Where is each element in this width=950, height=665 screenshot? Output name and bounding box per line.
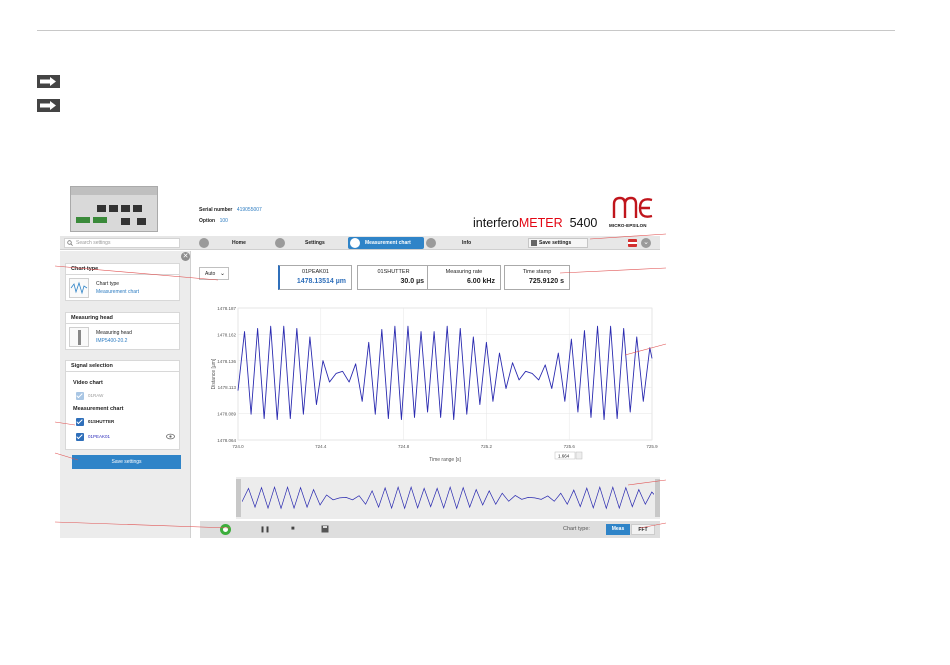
- peak-signal-label: 01PEAK01: [88, 434, 111, 439]
- home-icon[interactable]: [199, 238, 209, 248]
- x-tick-label: 725.6: [564, 444, 576, 449]
- overview-waveform: [242, 485, 654, 510]
- measuring-head-value: IMP5400-20.2: [96, 338, 128, 344]
- top-rule: [37, 30, 895, 31]
- option-label: Option: [199, 218, 216, 224]
- nav-settings[interactable]: Settings: [305, 240, 325, 246]
- tile-label: Time stamp: [522, 269, 552, 275]
- measuring-head-label: Measuring head: [96, 330, 132, 336]
- search-placeholder: Search settings: [76, 240, 111, 246]
- gear-icon[interactable]: [275, 238, 285, 248]
- x-tick-label: 725.9: [646, 444, 658, 449]
- chart-type-label: Chart type: [96, 281, 120, 287]
- nav-home[interactable]: Home: [232, 240, 246, 246]
- play-icon[interactable]: [220, 524, 231, 535]
- stop-icon[interactable]: ■: [291, 526, 295, 532]
- y-tick-label: 1478.136: [217, 359, 236, 364]
- sensor-probe-icon: [69, 327, 89, 347]
- fft-toggle[interactable]: FFT: [631, 524, 655, 535]
- peak-signal-checkbox[interactable]: [76, 433, 84, 441]
- logo-text: MICRO-EPSILON: [609, 223, 647, 228]
- x-tick-label: 724.0: [232, 444, 244, 449]
- tile-measuring-rate[interactable]: Measuring rate 6.00 kHz: [427, 265, 501, 290]
- tile-label: 01PEAK01: [302, 269, 329, 275]
- y-tick-label: 1478.162: [217, 332, 236, 337]
- overview-series-line: [242, 485, 654, 510]
- y-tick-label: 1478.187: [217, 306, 236, 311]
- chart-type-panel[interactable]: Chart type Measurement chart: [65, 275, 180, 301]
- chart-toolbar: ❚❚ ■ Chart type: Meas FFT: [200, 521, 660, 538]
- arrow-right-icon: [37, 99, 60, 112]
- tile-value: 1478.13514 µm: [296, 278, 346, 285]
- save-settings-label: Save settings: [539, 240, 572, 246]
- tile-value: 725.9120 s: [528, 278, 564, 285]
- shutter-signal-checkbox[interactable]: [76, 418, 84, 426]
- chart-icon: [350, 238, 360, 248]
- search-icon: [67, 240, 73, 246]
- overview-right-handle[interactable]: [655, 479, 660, 517]
- time-range-value: 1.664: [558, 454, 570, 459]
- overview-left-handle[interactable]: [236, 479, 241, 517]
- option-value: 100: [219, 218, 228, 224]
- tile-value: 30.0 µs: [400, 278, 425, 285]
- nav-measurement-chart[interactable]: Measurement chart: [348, 237, 424, 249]
- y-tick-label: 1478.089: [217, 412, 236, 417]
- x-tick-label: 725.2: [481, 444, 493, 449]
- y-tick-label: 1478.113: [218, 385, 237, 390]
- shutter-signal-label: 01SHUTTER: [88, 419, 115, 424]
- signal-selection-header: Signal selection: [65, 360, 180, 372]
- measurement-chart[interactable]: 1478.187 1478.162 1478.136 1478.113 1478.089…: [200, 300, 660, 472]
- language-flag-icon[interactable]: [628, 239, 637, 247]
- arrow-right-icon: [37, 75, 60, 88]
- tile-time-stamp[interactable]: Time stamp 725.9120 s: [504, 265, 570, 290]
- chart-type-value: Measurement chart: [96, 289, 140, 295]
- spinner-icon: [575, 451, 583, 460]
- chart-type-toggle-label: Chart type:: [563, 526, 590, 532]
- video-signal-label: 01RAW: [88, 393, 104, 398]
- sidebar-save-settings-button[interactable]: Save settings: [72, 455, 181, 469]
- measuring-head-panel[interactable]: Measuring head IMP5400-20.2: [65, 324, 180, 350]
- info-icon[interactable]: [426, 238, 436, 248]
- tile-shutter[interactable]: 01SHUTTER 30.0 µs: [357, 265, 430, 290]
- video-chart-label: Video chart: [73, 380, 103, 386]
- x-tick-label: 724.8: [398, 444, 410, 449]
- nav-measurement-chart-label: Measurement chart: [365, 240, 411, 246]
- chart-type-header: Chart type: [65, 263, 180, 275]
- web-interface-screenshot: Serial number 419055007 Option 100 inter…: [60, 182, 660, 538]
- measuring-head-header: Measuring head: [65, 312, 180, 324]
- tile-peak[interactable]: 01PEAK01 1478.13514 µm: [278, 265, 352, 290]
- nav-info[interactable]: Info: [462, 240, 471, 246]
- x-axis-label: Time range [s]: [429, 457, 461, 463]
- y-axis-label: Distance [µm]: [211, 358, 217, 389]
- chevron-down-icon: ⌄: [219, 271, 225, 277]
- mode-select-value: Auto: [205, 271, 216, 277]
- micro-epsilon-logo-icon: [612, 196, 653, 218]
- save-icon[interactable]: [321, 525, 329, 533]
- tile-label: 01SHUTTER: [377, 269, 410, 275]
- disk-icon: [531, 240, 537, 246]
- x-tick-label: 724.4: [315, 444, 327, 449]
- tile-value: 6.00 kHz: [466, 278, 495, 285]
- meas-toggle[interactable]: Meas: [606, 524, 630, 535]
- save-settings-button[interactable]: Save settings: [528, 238, 588, 248]
- eye-icon[interactable]: [166, 433, 175, 440]
- navigation-bar: Search settings Home Settings Measuremen…: [60, 236, 660, 250]
- video-signal-checkbox[interactable]: [76, 392, 84, 400]
- measurement-chart-label: Measurement chart: [73, 406, 124, 412]
- product-brand: interferoMETER 5400: [473, 216, 598, 230]
- pause-icon[interactable]: ❚❚: [260, 526, 270, 533]
- close-icon[interactable]: ✕: [181, 252, 190, 261]
- y-tick-label: 1478.064: [217, 438, 236, 443]
- serial-number-value: 419055007: [236, 207, 262, 213]
- tile-label: Measuring rate: [445, 269, 483, 275]
- waveform-icon: [69, 278, 89, 298]
- chart-overview[interactable]: [236, 477, 660, 519]
- chevron-down-icon[interactable]: ⌄: [641, 238, 651, 248]
- search-input[interactable]: Search settings: [64, 238, 180, 248]
- mode-select[interactable]: Auto ⌄: [199, 267, 229, 280]
- device-image: [70, 186, 158, 232]
- sidebar: ✕ Chart type Chart type Measurement char…: [60, 251, 191, 538]
